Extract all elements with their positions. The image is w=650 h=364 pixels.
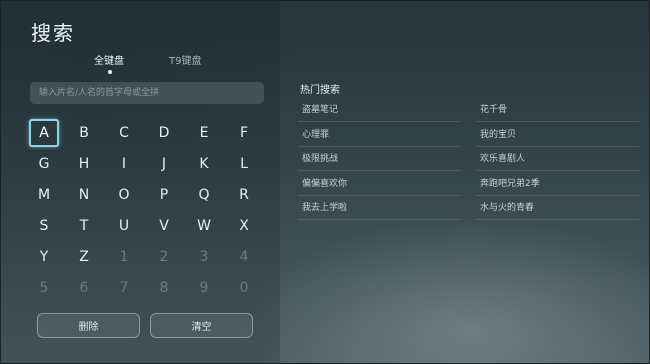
hot-search-item[interactable]: 偏偏喜欢你 — [298, 172, 461, 196]
key-i[interactable]: I — [109, 150, 139, 178]
key-g[interactable]: G — [29, 150, 59, 178]
key-o[interactable]: O — [109, 181, 139, 209]
keyboard-tabs: 全键盘 T9键盘 — [94, 52, 224, 82]
hot-search-item[interactable]: 我的宝贝 — [476, 123, 639, 147]
tab-t9-keyboard[interactable]: T9键盘 — [169, 52, 201, 67]
key-d[interactable]: D — [149, 119, 179, 147]
key-u[interactable]: U — [109, 212, 139, 240]
key-q[interactable]: Q — [189, 181, 219, 209]
key-2[interactable]: 2 — [149, 243, 179, 271]
key-9[interactable]: 9 — [189, 274, 219, 302]
page-title: 搜索 — [31, 21, 75, 45]
hot-search-item[interactable]: 心理罪 — [298, 123, 461, 147]
hot-search-item[interactable]: 奔跑吧兄弟2季 — [476, 172, 639, 196]
hot-search-item[interactable]: 盗墓笔记 — [298, 98, 461, 122]
hot-search-item[interactable]: 花千骨 — [476, 98, 639, 122]
key-r[interactable]: R — [229, 181, 259, 209]
key-h[interactable]: H — [69, 150, 99, 178]
key-7[interactable]: 7 — [109, 274, 139, 302]
key-x[interactable]: X — [229, 212, 259, 240]
key-j[interactable]: J — [149, 150, 179, 178]
key-y[interactable]: Y — [29, 243, 59, 271]
delete-button[interactable]: 删除 — [37, 313, 140, 338]
key-5[interactable]: 5 — [29, 274, 59, 302]
key-s[interactable]: S — [29, 212, 59, 240]
key-c[interactable]: C — [109, 119, 139, 147]
clear-button[interactable]: 清空 — [150, 313, 253, 338]
key-1[interactable]: 1 — [109, 243, 139, 271]
key-e[interactable]: E — [189, 119, 219, 147]
hot-search-item[interactable]: 极限挑战 — [298, 147, 461, 171]
key-0[interactable]: 0 — [229, 274, 259, 302]
key-a[interactable]: A — [29, 119, 59, 147]
key-4[interactable]: 4 — [229, 243, 259, 271]
key-w[interactable]: W — [189, 212, 219, 240]
key-z[interactable]: Z — [69, 243, 99, 271]
search-input[interactable]: 输入片名/人名的首字母或全拼 — [30, 82, 264, 104]
key-3[interactable]: 3 — [189, 243, 219, 271]
hot-search-list: 盗墓笔记 花千骨 心理罪 我的宝贝 极限挑战 欢乐喜剧人 偏偏喜欢你 奔跑吧兄弟2季 我去上学啦… — [298, 98, 639, 223]
hot-search-item[interactable]: 我去上学啦 — [298, 196, 461, 220]
key-f[interactable]: F — [229, 119, 259, 147]
key-6[interactable]: 6 — [69, 274, 99, 302]
key-l[interactable]: L — [229, 150, 259, 178]
key-p[interactable]: P — [149, 181, 179, 209]
hot-search-item[interactable]: 欢乐喜剧人 — [476, 147, 639, 171]
active-tab-indicator — [108, 70, 112, 74]
letter-keyboard: ABCDEF GHIJKL MNOPQR STUVWX YZ1234 567890 — [29, 119, 263, 301]
tab-full-keyboard[interactable]: 全键盘 — [94, 52, 124, 67]
key-v[interactable]: V — [149, 212, 179, 240]
key-t[interactable]: T — [69, 212, 99, 240]
key-8[interactable]: 8 — [149, 274, 179, 302]
hot-search-title: 热门搜索 — [300, 85, 340, 96]
key-n[interactable]: N — [69, 181, 99, 209]
hot-search-item[interactable]: 水与火的青春 — [476, 196, 639, 220]
key-m[interactable]: M — [29, 181, 59, 209]
key-k[interactable]: K — [189, 150, 219, 178]
key-b[interactable]: B — [69, 119, 99, 147]
